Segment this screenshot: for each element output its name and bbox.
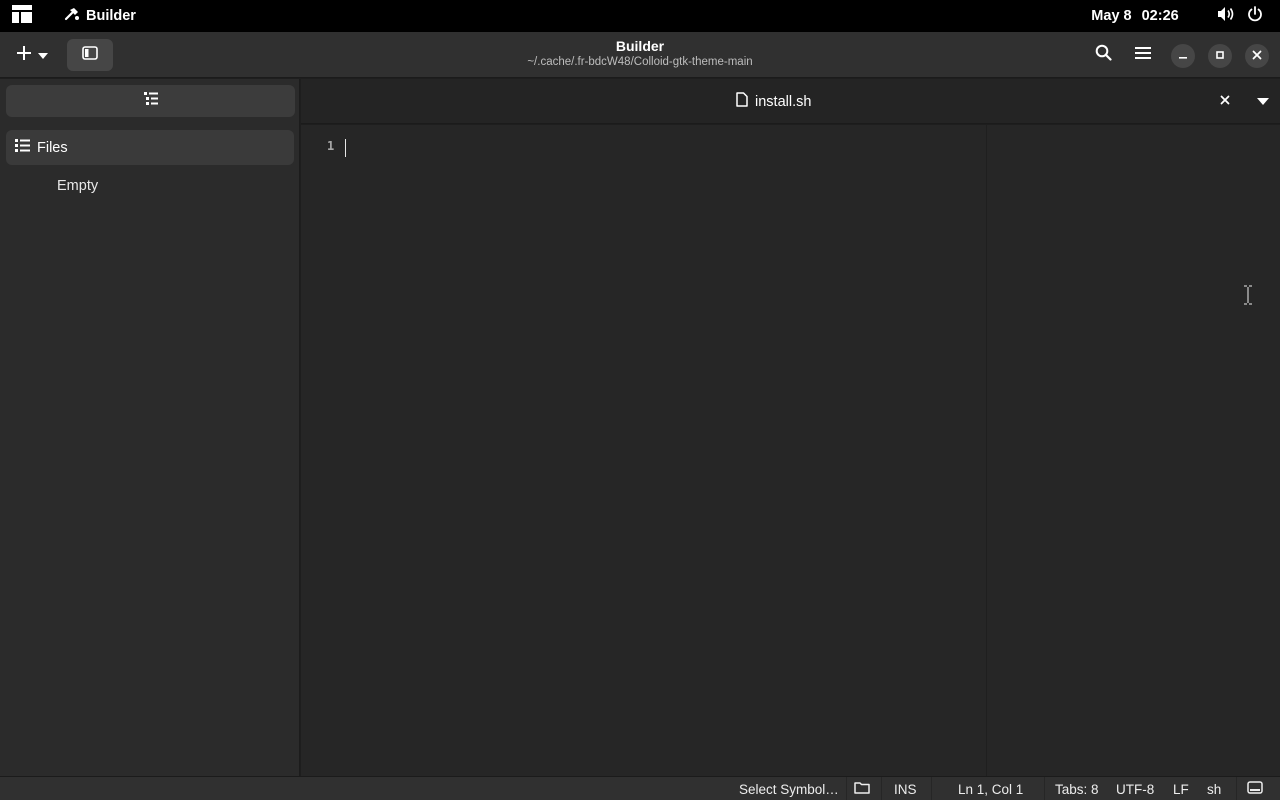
line-ending-selector[interactable]: LF xyxy=(1173,777,1189,800)
encoding-selector[interactable]: UTF-8 xyxy=(1116,777,1154,800)
activities-grid-icon xyxy=(12,4,32,28)
symbol-selector[interactable]: Select Symbol… xyxy=(739,777,839,800)
power-icon xyxy=(1247,5,1263,27)
minimize-button[interactable] xyxy=(1171,44,1195,68)
new-button[interactable] xyxy=(8,39,56,71)
close-button[interactable] xyxy=(1245,44,1269,68)
close-icon xyxy=(1220,92,1230,110)
empty-placeholder: Empty xyxy=(57,178,99,194)
bottom-panel-icon xyxy=(1247,781,1263,797)
window-title: Builder xyxy=(615,38,665,54)
chevron-down-icon xyxy=(1257,92,1269,110)
maximize-icon xyxy=(1215,47,1225,65)
clock-date: May 8 xyxy=(1091,8,1132,24)
plus-icon xyxy=(16,45,32,66)
minimize-icon xyxy=(1178,47,1188,65)
search-button[interactable] xyxy=(1086,39,1120,71)
tab-width-selector[interactable]: Tabs: 8 xyxy=(1055,777,1099,800)
mouse-ibeam-cursor-icon xyxy=(1243,285,1253,310)
sidebar-view-switcher[interactable] xyxy=(6,85,295,117)
close-icon xyxy=(1252,47,1262,65)
app-name: Builder xyxy=(86,8,136,24)
maximize-button[interactable] xyxy=(1208,44,1232,68)
cursor-position[interactable]: Ln 1, Col 1 xyxy=(958,777,1023,800)
status-divider xyxy=(846,777,847,800)
sidebar-panel-icon xyxy=(82,45,98,65)
status-bar: Select Symbol… INS Ln 1, Col 1 Tabs: 8 U… xyxy=(0,776,1280,800)
open-folder-button[interactable] xyxy=(854,777,870,800)
volume-indicator[interactable] xyxy=(1214,0,1238,32)
main-menu-button[interactable] xyxy=(1126,39,1160,71)
speaker-icon xyxy=(1217,6,1235,27)
clock-time: 02:26 xyxy=(1141,8,1179,24)
tab-menu-button[interactable] xyxy=(1251,89,1275,113)
insert-mode-indicator[interactable]: INS xyxy=(894,777,917,800)
status-divider xyxy=(1044,777,1045,800)
hamburger-menu-icon xyxy=(1135,46,1151,65)
chevron-down-icon xyxy=(38,46,48,64)
sidebar-item-label: Files xyxy=(37,139,68,156)
line-number: 1 xyxy=(327,139,335,153)
language-selector[interactable]: sh xyxy=(1207,777,1221,800)
sidebar-toggle-button[interactable] xyxy=(67,39,113,71)
header-bar: Builder ~/.cache/.fr-bdcW48/Colloid-gtk-… xyxy=(0,32,1280,78)
folder-icon xyxy=(854,781,870,797)
top-bar: Builder May 8 02:26 xyxy=(0,0,1280,32)
status-divider xyxy=(931,777,932,800)
sidebar: Files Empty xyxy=(0,79,300,776)
document-icon xyxy=(736,92,755,111)
status-divider xyxy=(1236,777,1237,800)
list-view-icon xyxy=(143,91,159,111)
window-subtitle: ~/.cache/.fr-bdcW48/Colloid-gtk-theme-ma… xyxy=(527,56,753,68)
text-cursor xyxy=(345,139,346,157)
editor-tab-bar: install.sh xyxy=(301,79,1280,124)
builder-hammer-icon xyxy=(64,7,86,25)
file-list-icon xyxy=(6,138,37,157)
window-title-area: Builder ~/.cache/.fr-bdcW48/Colloid-gtk-… xyxy=(340,38,940,70)
clock-button[interactable]: May 8 02:26 xyxy=(1080,0,1190,32)
sidebar-item-files[interactable]: Files xyxy=(6,130,294,165)
tab-close-button[interactable] xyxy=(1213,89,1237,113)
activities-button[interactable] xyxy=(0,0,44,32)
app-menu-button[interactable]: Builder xyxy=(58,0,142,32)
search-icon xyxy=(1095,44,1112,66)
status-divider xyxy=(881,777,882,800)
power-indicator[interactable] xyxy=(1243,0,1267,32)
minimap[interactable] xyxy=(986,125,1280,776)
code-editor[interactable]: 1 xyxy=(301,125,986,776)
toggle-bottom-panel-button[interactable] xyxy=(1247,777,1263,800)
tab-install-sh[interactable]: install.sh xyxy=(736,79,811,124)
tab-title: install.sh xyxy=(755,93,812,110)
